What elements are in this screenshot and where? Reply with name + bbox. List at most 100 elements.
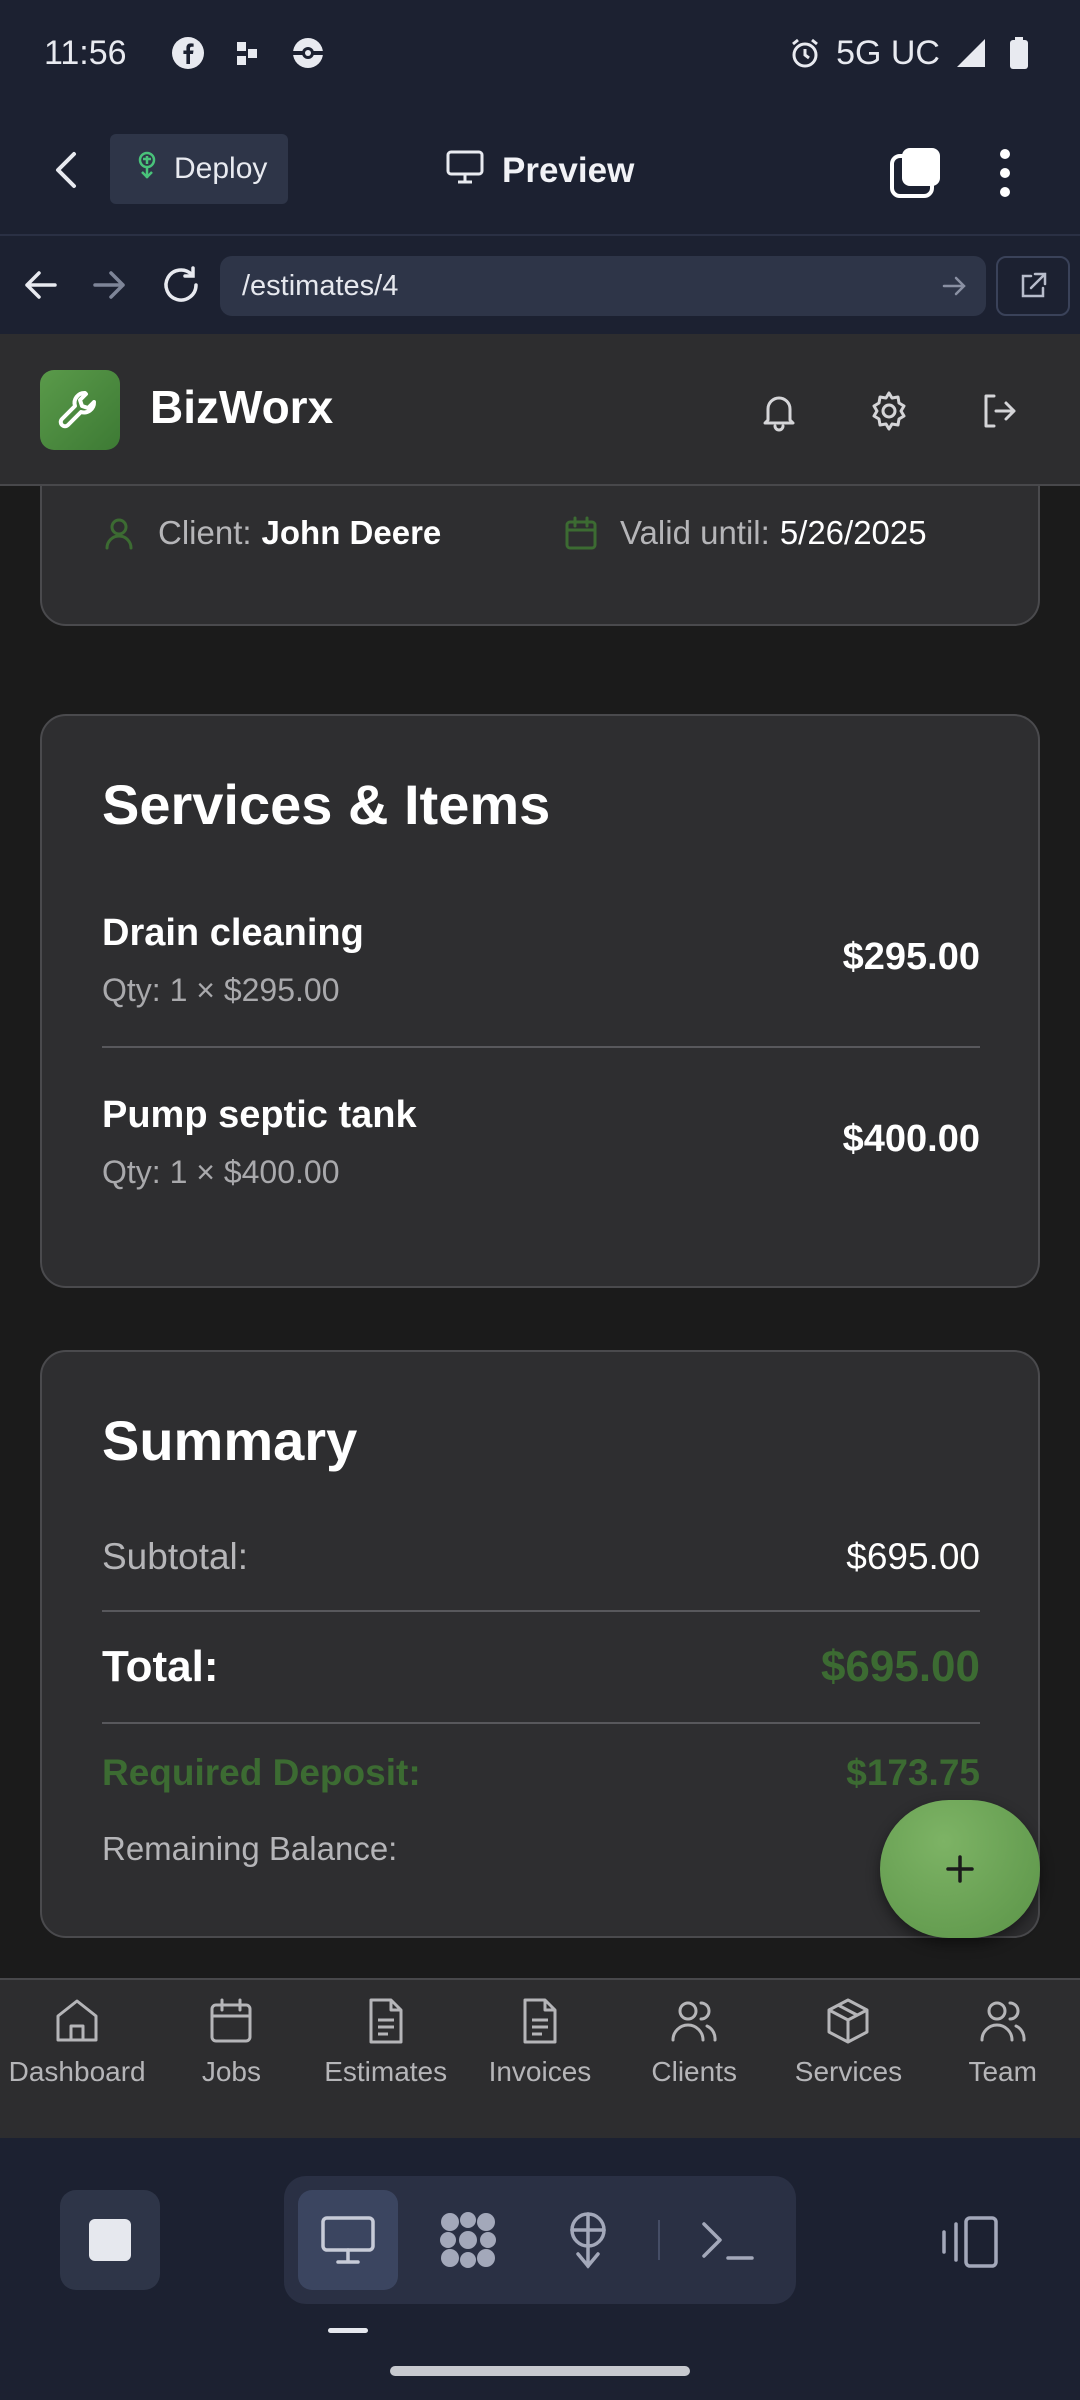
wrench-icon bbox=[58, 391, 96, 429]
app-toolbar: Deploy Preview bbox=[0, 106, 1080, 234]
nav-label: Team bbox=[968, 2056, 1037, 2087]
client-name: John Deere bbox=[261, 514, 442, 551]
user-icon bbox=[105, 518, 133, 550]
pokeball-icon bbox=[291, 36, 325, 70]
url-text: /estimates/4 bbox=[242, 269, 399, 302]
home-indicator[interactable] bbox=[390, 2366, 690, 2376]
services-card: Services & Items Drain cleaning Qty: 1 ×… bbox=[40, 714, 1040, 1288]
open-external-button[interactable] bbox=[996, 256, 1070, 316]
total-label: Total: bbox=[102, 1642, 219, 1691]
service-item: Drain cleaning Qty: 1 × $295.00 $295.00 bbox=[102, 912, 980, 1062]
nav-label: Estimates bbox=[324, 2056, 448, 2087]
system-bar bbox=[0, 2138, 1080, 2400]
preview-title: Preview bbox=[446, 136, 634, 206]
more-vertical-icon bbox=[1000, 149, 1010, 197]
nav-jobs[interactable]: Jobs bbox=[154, 1980, 308, 2138]
url-input[interactable]: /estimates/4 bbox=[220, 256, 986, 316]
nav-clients[interactable]: Clients bbox=[617, 1980, 771, 2138]
users-icon bbox=[980, 2001, 1026, 2042]
network-label: 5G UC bbox=[836, 33, 940, 72]
valid-date: 5/26/2025 bbox=[779, 514, 927, 551]
divider bbox=[102, 1610, 980, 1612]
browser-back-button[interactable] bbox=[22, 266, 60, 304]
valid-until-info: Valid until: 5/26/2025 bbox=[564, 514, 927, 552]
reload-button[interactable] bbox=[160, 264, 202, 306]
dots-icon bbox=[231, 36, 265, 70]
nav-label: Dashboard bbox=[8, 2056, 146, 2087]
document-icon bbox=[369, 1998, 403, 2044]
workspace-switcher bbox=[284, 2176, 796, 2304]
logout-icon bbox=[984, 394, 1016, 428]
service-qty: Qty: 1 × $295.00 bbox=[102, 972, 340, 1008]
active-indicator bbox=[328, 2328, 368, 2333]
nav-estimates[interactable]: Estimates bbox=[309, 1980, 463, 2138]
summary-title: Summary bbox=[102, 1409, 358, 1472]
deploy-icon bbox=[132, 150, 162, 188]
total-row: Total: $695.00 bbox=[102, 1642, 980, 1692]
service-name: Drain cleaning bbox=[102, 912, 364, 954]
preview-mode-button[interactable] bbox=[298, 2190, 398, 2290]
nav-invoices[interactable]: Invoices bbox=[463, 1980, 617, 2138]
service-price: $400.00 bbox=[842, 1118, 980, 1160]
bottom-nav: Dashboard Jobs Estimates Invoices Client… bbox=[0, 1978, 1080, 2138]
nav-label: Jobs bbox=[201, 2056, 261, 2087]
brand-name: BizWorx bbox=[150, 381, 334, 433]
notifications-button[interactable] bbox=[758, 390, 800, 432]
add-fab-button[interactable] bbox=[880, 1800, 1040, 1938]
nav-dashboard[interactable]: Dashboard bbox=[0, 1980, 154, 2138]
stop-button[interactable] bbox=[60, 2190, 160, 2290]
divider bbox=[102, 1046, 980, 1048]
side-panel-button[interactable] bbox=[938, 2214, 1002, 2270]
total-value: $695.00 bbox=[820, 1642, 980, 1691]
settings-button[interactable] bbox=[868, 390, 910, 432]
service-price: $295.00 bbox=[842, 936, 980, 978]
service-item: Pump septic tank Qty: 1 × $400.00 $400.0… bbox=[102, 1094, 980, 1244]
status-bar: 11:56 5G UC bbox=[0, 0, 1080, 106]
remaining-row: Remaining Balance: $5 bbox=[102, 1830, 980, 1868]
remaining-label: Remaining Balance: bbox=[102, 1830, 398, 1867]
url-bar: /estimates/4 bbox=[0, 234, 1080, 334]
client-label: Client: bbox=[158, 514, 252, 551]
document-icon bbox=[523, 1998, 557, 2044]
gear-icon bbox=[872, 391, 906, 431]
calendar-icon bbox=[565, 516, 597, 550]
monitor-icon bbox=[321, 2216, 375, 2264]
subtotal-label: Subtotal: bbox=[102, 1536, 249, 1577]
browser-forward-button[interactable] bbox=[90, 266, 128, 304]
back-button[interactable] bbox=[46, 148, 90, 192]
app-header: BizWorx bbox=[0, 334, 1080, 486]
signal-icon bbox=[954, 36, 988, 70]
preview-label: Preview bbox=[502, 151, 635, 190]
logout-button[interactable] bbox=[978, 390, 1020, 432]
client-info: Client: John Deere bbox=[102, 514, 441, 552]
go-arrow-icon[interactable] bbox=[940, 272, 968, 300]
apps-button[interactable] bbox=[418, 2190, 518, 2290]
services-title: Services & Items bbox=[102, 773, 551, 836]
bell-icon bbox=[763, 396, 795, 432]
deploy-mode-button[interactable] bbox=[538, 2190, 638, 2290]
nav-services[interactable]: Services bbox=[771, 1980, 925, 2138]
home-icon bbox=[56, 1999, 98, 2042]
app-logo[interactable] bbox=[40, 370, 120, 450]
deploy-button[interactable]: Deploy bbox=[110, 134, 288, 204]
subtotal-row: Subtotal: $695.00 bbox=[102, 1536, 980, 1578]
nav-team[interactable]: Team bbox=[926, 1980, 1080, 2138]
divider bbox=[102, 1722, 980, 1724]
estimate-meta-card: Client: John Deere Valid until: 5/26/202… bbox=[40, 486, 1040, 626]
terminal-button[interactable] bbox=[678, 2190, 778, 2290]
more-menu-button[interactable] bbox=[988, 146, 1022, 200]
calendar-icon bbox=[210, 1998, 252, 2043]
alarm-icon bbox=[788, 36, 822, 70]
service-name: Pump septic tank bbox=[102, 1094, 417, 1136]
package-icon bbox=[827, 1998, 869, 2044]
monitor-icon bbox=[446, 150, 484, 193]
users-icon bbox=[671, 2001, 717, 2042]
tabs-button[interactable] bbox=[888, 146, 942, 200]
nav-label: Clients bbox=[651, 2056, 737, 2087]
external-link-icon bbox=[1021, 272, 1047, 298]
deposit-row: Required Deposit: $173.75 bbox=[102, 1752, 980, 1794]
valid-label: Valid until: bbox=[620, 514, 770, 551]
service-qty: Qty: 1 × $400.00 bbox=[102, 1154, 340, 1190]
plus-icon bbox=[946, 1855, 974, 1883]
terminal-icon bbox=[702, 2222, 754, 2260]
